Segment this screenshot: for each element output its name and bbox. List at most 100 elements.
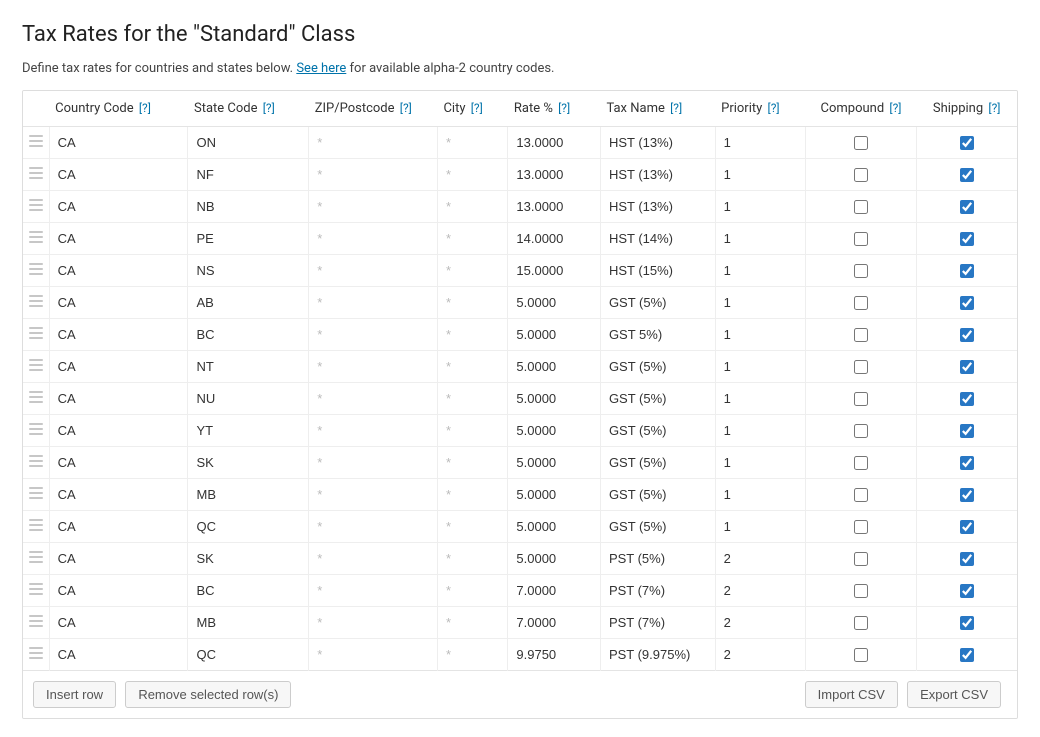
remove-rows-button[interactable]: Remove selected row(s) xyxy=(125,681,291,708)
tax-name-input[interactable] xyxy=(601,607,715,638)
rate-input[interactable] xyxy=(508,479,600,510)
city-input[interactable] xyxy=(438,575,507,606)
compound-checkbox[interactable] xyxy=(854,232,868,246)
compound-checkbox[interactable] xyxy=(854,360,868,374)
table-row[interactable] xyxy=(23,575,1017,607)
zip-input[interactable] xyxy=(309,383,437,414)
shipping-checkbox[interactable] xyxy=(960,200,974,214)
compound-checkbox[interactable] xyxy=(854,136,868,150)
city-input[interactable] xyxy=(438,415,507,446)
state-code-input[interactable] xyxy=(188,223,308,254)
rate-input[interactable] xyxy=(508,319,600,350)
rate-input[interactable] xyxy=(508,415,600,446)
zip-input[interactable] xyxy=(309,191,437,222)
tax-name-input[interactable] xyxy=(601,255,715,286)
city-input[interactable] xyxy=(438,383,507,414)
drag-handle-icon[interactable] xyxy=(23,479,49,511)
tax-name-input[interactable] xyxy=(601,479,715,510)
state-code-input[interactable] xyxy=(188,575,308,606)
zip-input[interactable] xyxy=(309,287,437,318)
shipping-checkbox[interactable] xyxy=(960,456,974,470)
drag-handle-icon[interactable] xyxy=(23,159,49,191)
country-code-input[interactable] xyxy=(50,319,188,350)
drag-handle-icon[interactable] xyxy=(23,319,49,351)
country-code-input[interactable] xyxy=(50,639,188,670)
tax-name-input[interactable] xyxy=(601,159,715,190)
tax-name-input[interactable] xyxy=(601,511,715,542)
table-row[interactable] xyxy=(23,479,1017,511)
tax-name-input[interactable] xyxy=(601,319,715,350)
compound-checkbox[interactable] xyxy=(854,488,868,502)
rate-input[interactable] xyxy=(508,159,600,190)
country-code-input[interactable] xyxy=(50,351,188,382)
table-row[interactable] xyxy=(23,351,1017,383)
compound-checkbox[interactable] xyxy=(854,456,868,470)
country-code-input[interactable] xyxy=(50,415,188,446)
city-input[interactable] xyxy=(438,159,507,190)
shipping-checkbox[interactable] xyxy=(960,392,974,406)
drag-handle-icon[interactable] xyxy=(23,511,49,543)
city-input[interactable] xyxy=(438,607,507,638)
tax-name-input[interactable] xyxy=(601,351,715,382)
rate-input[interactable] xyxy=(508,287,600,318)
state-code-input[interactable] xyxy=(188,447,308,478)
tax-name-input[interactable] xyxy=(601,415,715,446)
intro-link[interactable]: See here xyxy=(296,61,346,76)
zip-input[interactable] xyxy=(309,319,437,350)
table-row[interactable] xyxy=(23,415,1017,447)
drag-handle-icon[interactable] xyxy=(23,255,49,287)
export-csv-button[interactable]: Export CSV xyxy=(907,681,1001,708)
help-icon[interactable]: [?] xyxy=(400,101,412,115)
table-row[interactable] xyxy=(23,319,1017,351)
rate-input[interactable] xyxy=(508,191,600,222)
help-icon[interactable]: [?] xyxy=(988,101,1000,115)
rate-input[interactable] xyxy=(508,255,600,286)
zip-input[interactable] xyxy=(309,511,437,542)
country-code-input[interactable] xyxy=(50,479,188,510)
drag-handle-icon[interactable] xyxy=(23,191,49,223)
table-row[interactable] xyxy=(23,511,1017,543)
shipping-checkbox[interactable] xyxy=(960,648,974,662)
drag-handle-icon[interactable] xyxy=(23,287,49,319)
state-code-input[interactable] xyxy=(188,319,308,350)
city-input[interactable] xyxy=(438,351,507,382)
shipping-checkbox[interactable] xyxy=(960,520,974,534)
tax-name-input[interactable] xyxy=(601,191,715,222)
rate-input[interactable] xyxy=(508,447,600,478)
country-code-input[interactable] xyxy=(50,543,188,574)
tax-name-input[interactable] xyxy=(601,287,715,318)
compound-checkbox[interactable] xyxy=(854,264,868,278)
state-code-input[interactable] xyxy=(188,351,308,382)
rate-input[interactable] xyxy=(508,383,600,414)
priority-input[interactable] xyxy=(716,319,806,350)
rate-input[interactable] xyxy=(508,511,600,542)
priority-input[interactable] xyxy=(716,351,806,382)
help-icon[interactable]: [?] xyxy=(889,101,901,115)
table-row[interactable] xyxy=(23,159,1017,191)
compound-checkbox[interactable] xyxy=(854,424,868,438)
state-code-input[interactable] xyxy=(188,287,308,318)
zip-input[interactable] xyxy=(309,607,437,638)
compound-checkbox[interactable] xyxy=(854,296,868,310)
table-row[interactable] xyxy=(23,127,1017,159)
compound-checkbox[interactable] xyxy=(854,200,868,214)
table-row[interactable] xyxy=(23,383,1017,415)
tax-name-input[interactable] xyxy=(601,127,715,158)
priority-input[interactable] xyxy=(716,415,806,446)
zip-input[interactable] xyxy=(309,447,437,478)
priority-input[interactable] xyxy=(716,159,806,190)
state-code-input[interactable] xyxy=(188,159,308,190)
drag-handle-icon[interactable] xyxy=(23,575,49,607)
shipping-checkbox[interactable] xyxy=(960,232,974,246)
drag-handle-icon[interactable] xyxy=(23,607,49,639)
rate-input[interactable] xyxy=(508,607,600,638)
drag-handle-icon[interactable] xyxy=(23,447,49,479)
country-code-input[interactable] xyxy=(50,383,188,414)
zip-input[interactable] xyxy=(309,479,437,510)
country-code-input[interactable] xyxy=(50,159,188,190)
tax-name-input[interactable] xyxy=(601,639,715,670)
drag-handle-icon[interactable] xyxy=(23,127,49,159)
state-code-input[interactable] xyxy=(188,191,308,222)
state-code-input[interactable] xyxy=(188,543,308,574)
compound-checkbox[interactable] xyxy=(854,520,868,534)
